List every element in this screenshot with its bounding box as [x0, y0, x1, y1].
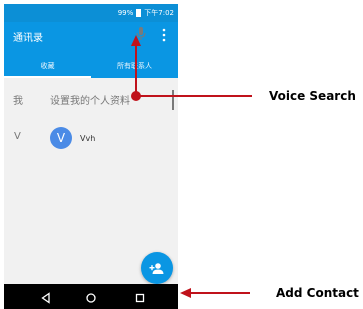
voice-search-marker: [131, 91, 141, 101]
add-contact-arrowhead: [180, 288, 191, 298]
add-contact-callout: Add Contact: [276, 286, 359, 300]
voice-search-arrowhead: [131, 35, 141, 46]
root: 99% 下午7:02 通讯录 收藏 所有联系人 我 设置我的个人资料 V V V…: [0, 0, 363, 309]
annotation-overlay: [131, 35, 252, 298]
voice-search-callout: Voice Search: [269, 89, 356, 103]
